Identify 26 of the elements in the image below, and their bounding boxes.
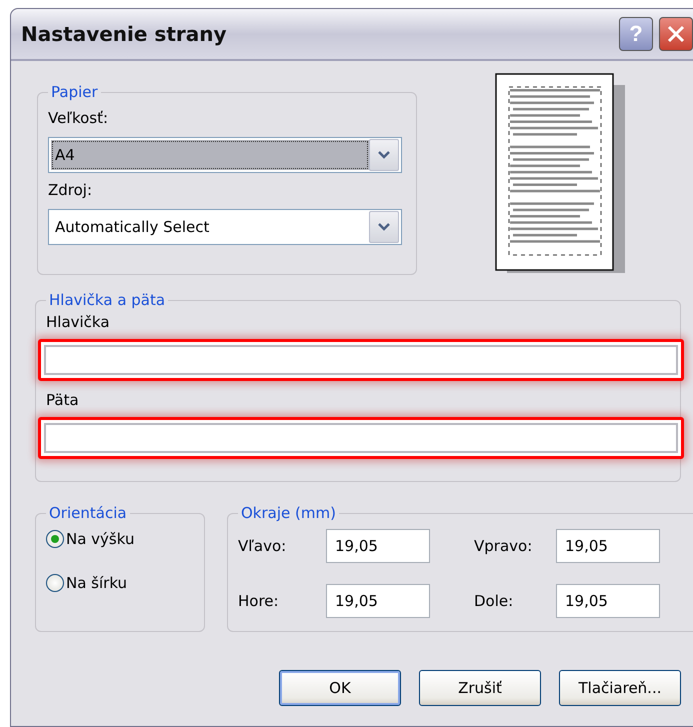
- field-label: Päta: [46, 391, 80, 409]
- group-title: Orientácia: [48, 504, 128, 522]
- dropdown-value: Automatically Select: [54, 217, 210, 238]
- group-title: Okraje (mm): [240, 504, 337, 522]
- number-field[interactable]: 19,05: [326, 584, 430, 618]
- field-label: Zdroj:: [48, 181, 94, 199]
- dialog-button[interactable]: Zrušiť: [419, 670, 541, 706]
- dropdown-value: A4: [51, 140, 369, 170]
- dropdown[interactable]: Automatically Select: [48, 209, 402, 245]
- dialog-button[interactable]: Tlačiareň...: [559, 670, 681, 706]
- group-title: Hlavička a päta: [48, 291, 166, 309]
- field-label: Hore:: [238, 592, 280, 610]
- number-field[interactable]: 19,05: [556, 528, 660, 563]
- field-label: Veľkosť:: [48, 109, 110, 127]
- dropdown[interactable]: A4: [48, 137, 402, 173]
- field-label: Vľavo:: [238, 536, 288, 555]
- radio-label[interactable]: Na šírku: [66, 574, 128, 592]
- field-label: Hlavička: [46, 313, 111, 331]
- number-field[interactable]: 19,05: [326, 528, 430, 563]
- field-label: Vpravo:: [474, 536, 534, 555]
- dialog-button[interactable]: OK: [279, 670, 401, 706]
- radio-label[interactable]: Na výšku: [66, 530, 134, 548]
- field-label: Dole:: [474, 592, 514, 610]
- number-field[interactable]: 19,05: [556, 584, 660, 618]
- window-title: Nastavenie strany: [21, 22, 228, 46]
- group-title: Papier: [50, 83, 99, 101]
